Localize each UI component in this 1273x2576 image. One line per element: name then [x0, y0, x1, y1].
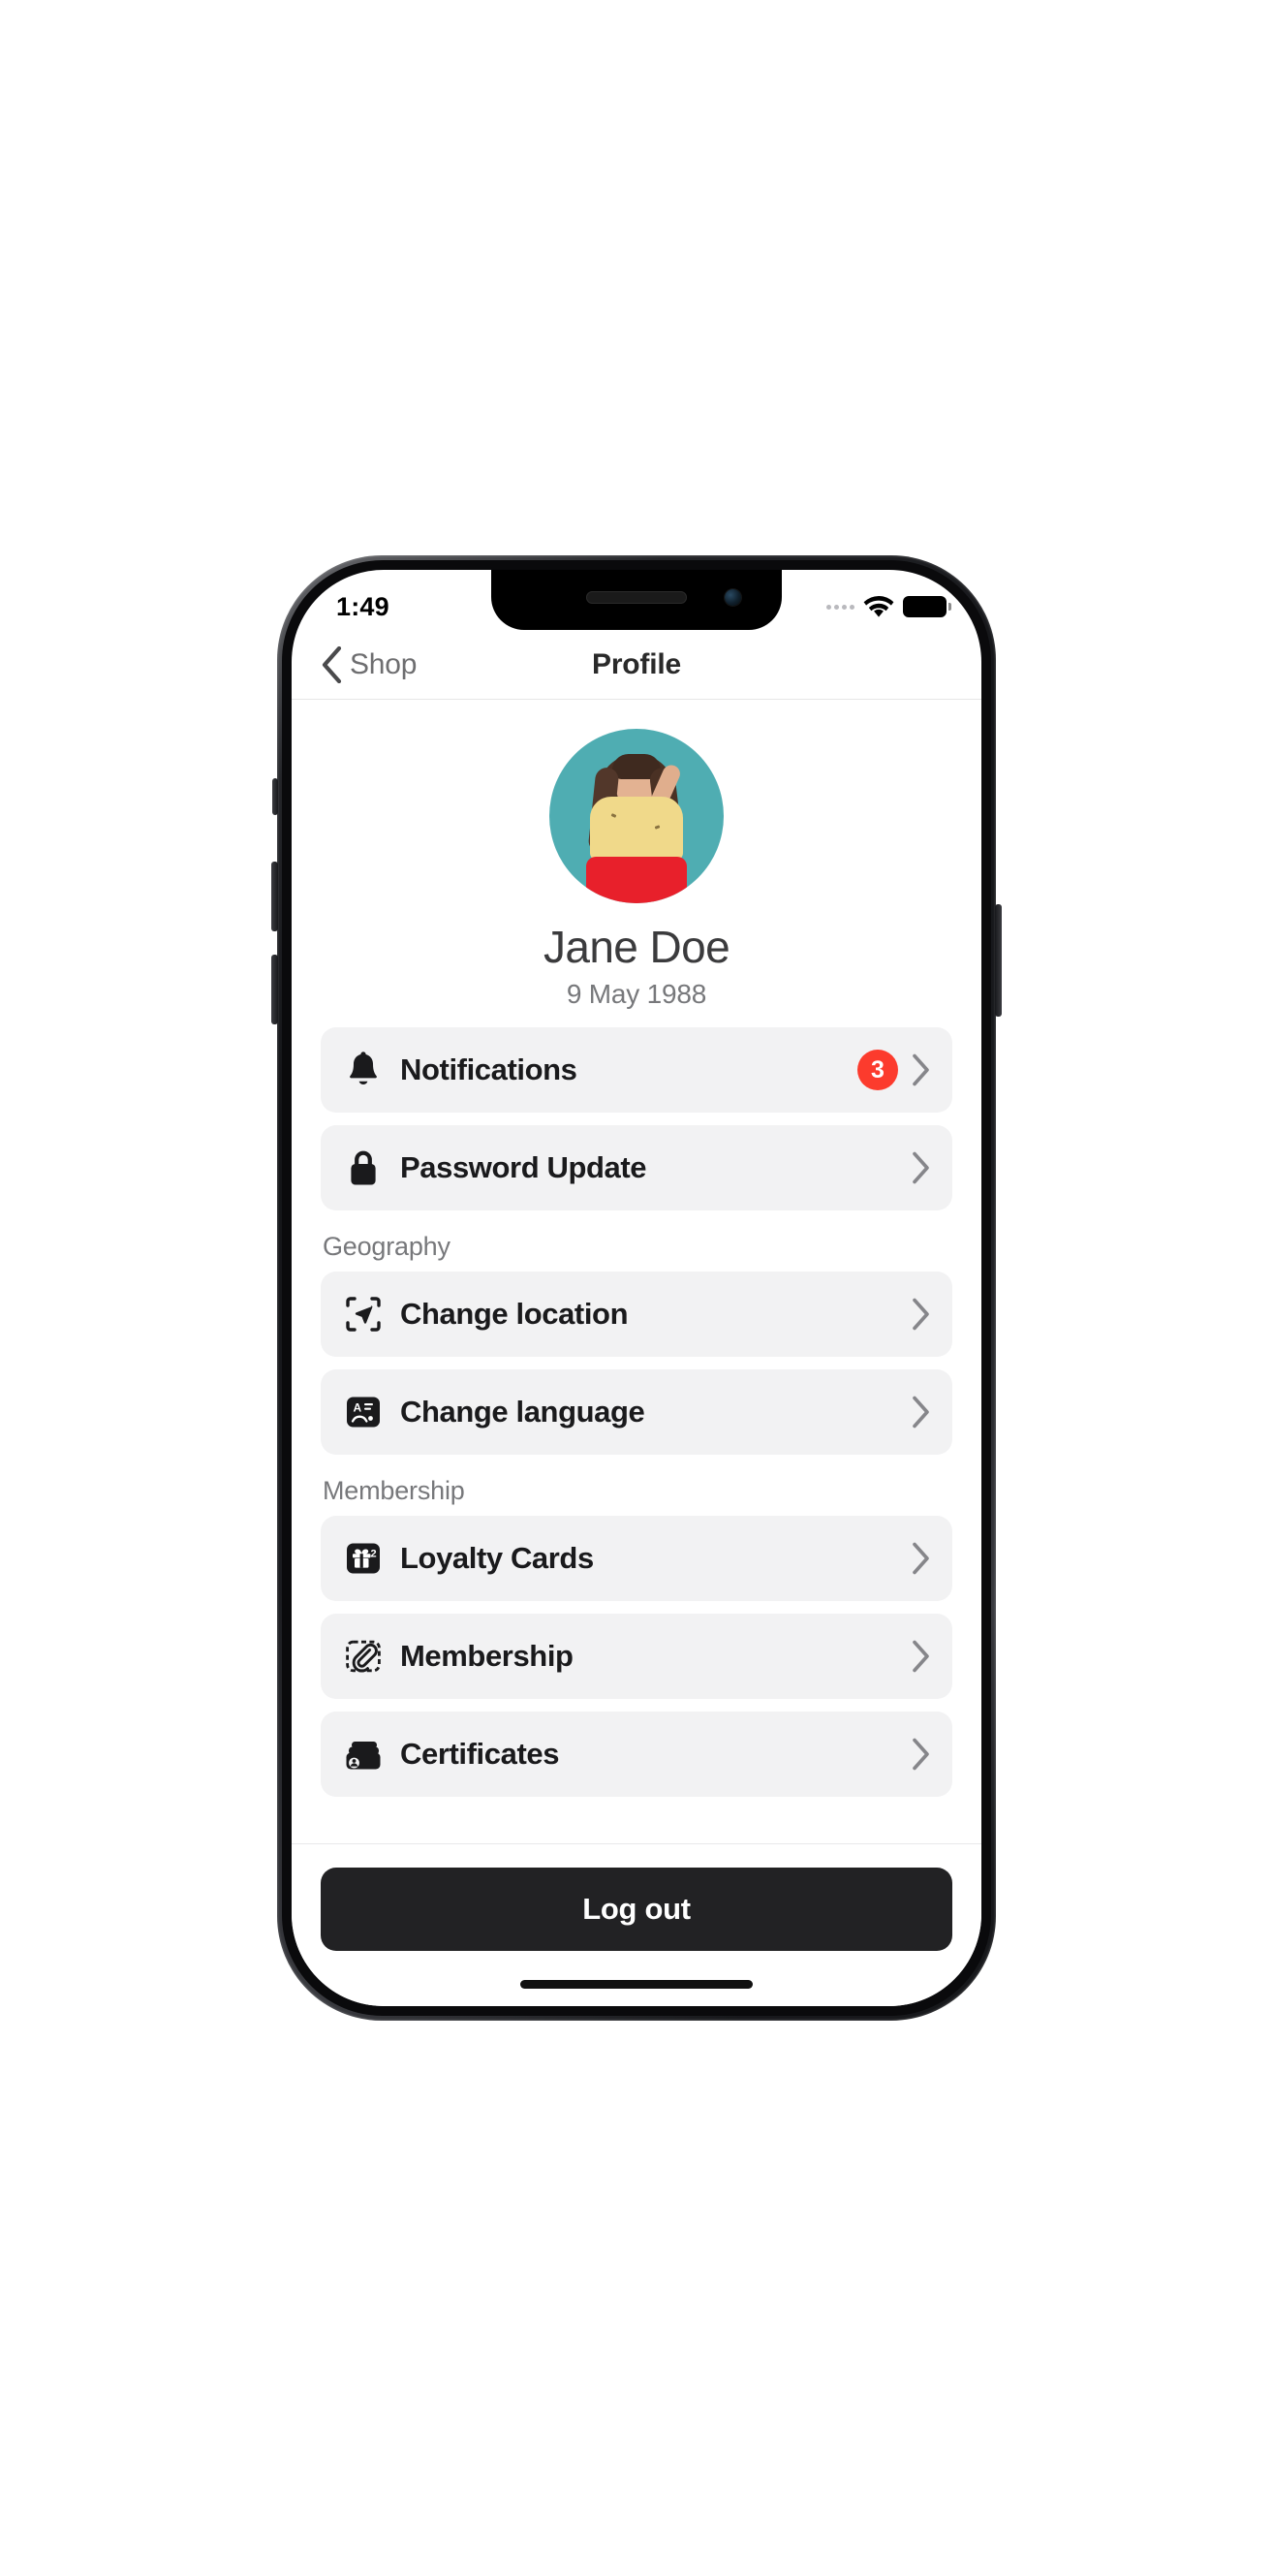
mute-switch[interactable] [272, 778, 278, 815]
phone-bezel: 1:49 Shop Profile Jane Doe 9 May 1988 No… [282, 560, 991, 2016]
chevron-right-icon[interactable] [912, 1298, 931, 1331]
location-arrow-icon [344, 1295, 383, 1334]
profile-name: Jane Doe [543, 922, 730, 972]
gift-card-icon: 2 [344, 1539, 383, 1578]
status-indicators [826, 582, 951, 618]
settings-row-loyalty-cards[interactable]: 2 Loyalty Cards [321, 1516, 952, 1601]
volume-up-button[interactable] [271, 862, 278, 931]
chevron-left-icon [321, 645, 342, 683]
chevron-right-icon[interactable] [912, 1542, 931, 1575]
profile-birth-date: 9 May 1988 [566, 979, 707, 1009]
settings-row-group: Notifications 3 Password Update [321, 1027, 952, 1210]
avatar-container [321, 700, 952, 903]
volume-down-button[interactable] [271, 955, 278, 1024]
lock-icon [344, 1148, 383, 1187]
wifi-icon [863, 595, 894, 618]
power-button[interactable] [995, 904, 1002, 1017]
chevron-right-icon[interactable] [912, 1053, 931, 1086]
settings-row-change-location[interactable]: Change location [321, 1272, 952, 1357]
svg-text:A: A [354, 1401, 362, 1415]
status-badge: 3 [857, 1050, 898, 1090]
phone-frame: 1:49 Shop Profile Jane Doe 9 May 1988 No… [271, 555, 1002, 2021]
settings-row-label: Notifications [400, 1052, 577, 1086]
section-header-membership: Membership [323, 1476, 465, 1505]
signal-dots-icon [826, 604, 854, 610]
settings-row-membership[interactable]: Membership [321, 1614, 952, 1699]
bell-icon [344, 1051, 383, 1089]
navigation-bar: Shop Profile [292, 630, 981, 700]
battery-full-icon [903, 596, 951, 617]
chevron-right-icon[interactable] [912, 1640, 931, 1673]
settings-row-change-language[interactable]: A Change language [321, 1369, 952, 1455]
settings-row-certificates[interactable]: Certificates [321, 1712, 952, 1797]
language-card-icon: A [344, 1393, 383, 1431]
settings-row-group: 2 Loyalty Cards Membership Certificates [321, 1516, 952, 1797]
status-time: 1:49 [336, 591, 389, 621]
profile-content: Jane Doe 9 May 1988 Notifications 3 Passwo… [292, 700, 981, 1843]
certificates-icon [344, 1735, 383, 1774]
back-label: Shop [350, 647, 418, 680]
chevron-right-icon[interactable] [912, 1396, 931, 1429]
home-indicator[interactable] [520, 1980, 753, 1989]
settings-row-label: Loyalty Cards [400, 1541, 594, 1575]
settings-row-label: Change language [400, 1395, 645, 1429]
settings-row-password-update[interactable]: Password Update [321, 1125, 952, 1210]
settings-sections: Notifications 3 Password Update Geography Ch… [321, 1010, 952, 1797]
section-header-geography: Geography [323, 1232, 450, 1261]
chevron-right-icon[interactable] [912, 1151, 931, 1184]
settings-row-label: Certificates [400, 1737, 560, 1771]
avatar[interactable] [549, 729, 724, 903]
settings-row-label: Membership [400, 1639, 574, 1673]
logout-button[interactable]: Log out [321, 1868, 952, 1951]
settings-row-group: Change location A Change language [321, 1272, 952, 1455]
status-bar: 1:49 [292, 570, 981, 630]
settings-row-notifications[interactable]: Notifications 3 [321, 1027, 952, 1113]
settings-row-label: Change location [400, 1297, 629, 1331]
bottom-bar: Log out [292, 1843, 981, 2006]
chevron-right-icon[interactable] [912, 1738, 931, 1771]
phone-screen: 1:49 Shop Profile Jane Doe 9 May 1988 No… [292, 570, 981, 2006]
membership-card-icon [344, 1637, 383, 1676]
settings-row-label: Password Update [400, 1150, 647, 1184]
back-button[interactable]: Shop [321, 645, 418, 683]
svg-text:2: 2 [371, 1549, 377, 1560]
